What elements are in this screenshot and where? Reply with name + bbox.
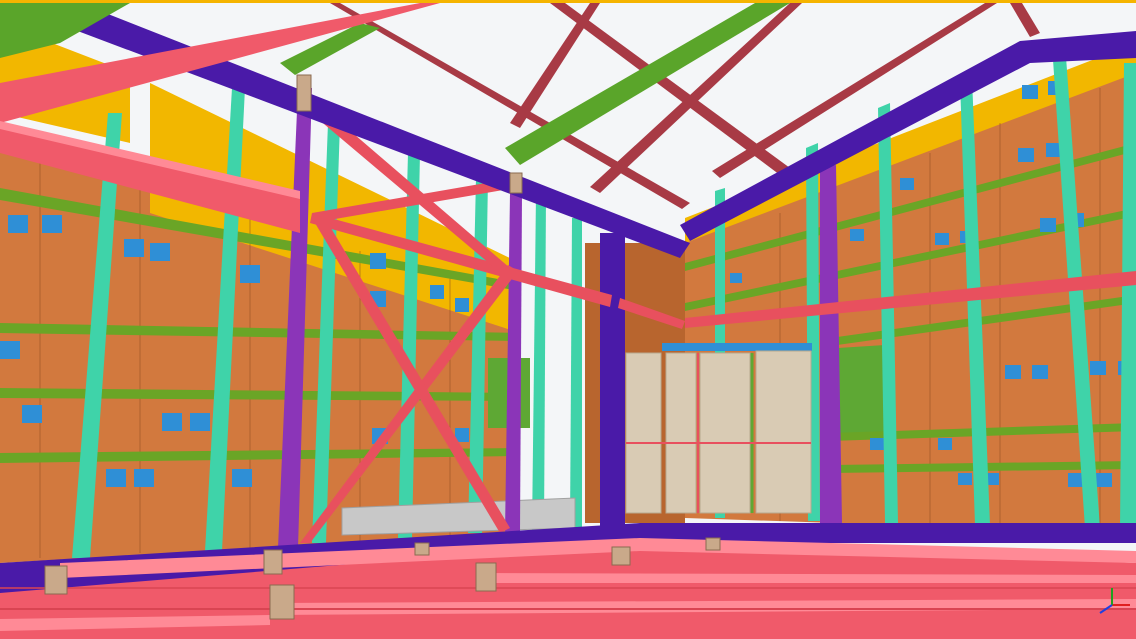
mesh-panel <box>625 352 662 514</box>
clip <box>150 243 170 261</box>
stud <box>570 218 582 528</box>
clip <box>455 298 469 312</box>
clip <box>1032 365 1048 379</box>
bolt-plate <box>296 74 312 112</box>
clip <box>190 413 210 431</box>
3d-model-viewport[interactable] <box>0 0 1136 639</box>
column <box>600 233 625 528</box>
clip <box>8 215 28 233</box>
clip <box>1005 365 1021 379</box>
steel-frame-3d-view[interactable] <box>0 3 1136 639</box>
clip <box>430 285 444 299</box>
clip <box>22 405 42 423</box>
bolt-plate <box>705 537 721 551</box>
bolt-plate <box>269 584 295 620</box>
clip <box>1096 473 1112 487</box>
clip <box>938 438 952 450</box>
clip <box>162 413 182 431</box>
clip <box>1040 218 1056 232</box>
clip <box>870 438 884 450</box>
mesh-panel <box>755 350 812 514</box>
clip <box>1022 85 1038 99</box>
clip <box>42 215 62 233</box>
clip <box>232 469 252 487</box>
bolt-plate <box>475 562 497 592</box>
clip <box>850 229 864 241</box>
clip <box>106 469 126 487</box>
clip <box>1090 361 1106 375</box>
bolt-plate <box>509 172 523 194</box>
bolt-plate <box>611 546 631 566</box>
bolt-plate <box>263 549 283 575</box>
clip <box>240 265 260 283</box>
back-wall-frame-top <box>662 343 812 351</box>
clip <box>730 273 742 283</box>
right-wall-green-panel <box>838 345 885 435</box>
clip <box>958 473 972 485</box>
clip <box>935 233 949 245</box>
mesh-panel <box>699 352 751 514</box>
bolt-plate <box>44 565 68 595</box>
clip <box>900 178 914 190</box>
clip <box>0 341 20 359</box>
clip <box>1018 148 1034 162</box>
bolt-plate <box>414 542 430 556</box>
clip <box>134 469 154 487</box>
mesh-panel <box>665 352 697 514</box>
clip <box>370 253 386 269</box>
clip <box>124 239 144 257</box>
